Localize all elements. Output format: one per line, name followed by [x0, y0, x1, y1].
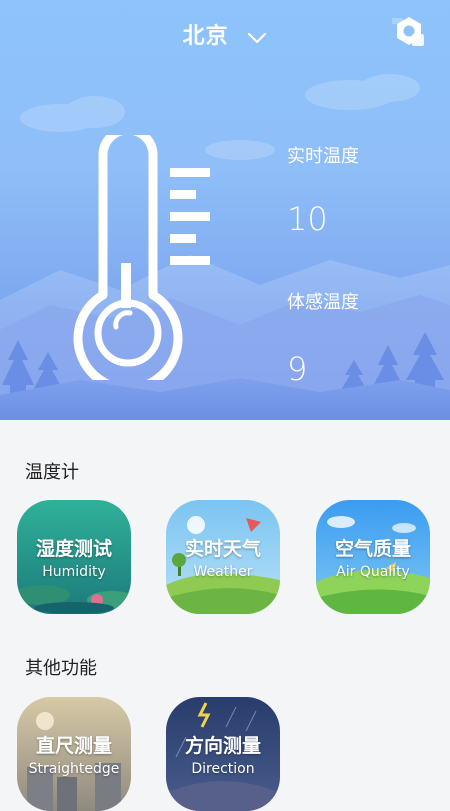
- tile-title: 实时天气: [184, 538, 261, 560]
- air-quality-tile[interactable]: 空气质量 Air Quality: [316, 500, 430, 614]
- tile-subtitle: Direction: [191, 761, 255, 777]
- mountain-background: [0, 74, 450, 420]
- section-title-other-features: 其他功能: [25, 658, 97, 679]
- city-selector[interactable]: 北京: [0, 18, 450, 50]
- straightedge-tile[interactable]: 直尺测量 Straightedge: [17, 697, 131, 811]
- tile-subtitle: Straightedge: [28, 761, 120, 777]
- realtime-temp-value: 10: [287, 200, 328, 238]
- tile-subtitle: Weather: [193, 564, 253, 580]
- thermometer-icon: [73, 135, 210, 380]
- direction-tile[interactable]: 方向测量 Direction: [166, 697, 280, 811]
- humidity-tile[interactable]: 湿度测试 Humidity: [17, 500, 131, 614]
- chevron-down-icon: [247, 25, 267, 50]
- tile-title: 空气质量: [334, 538, 411, 560]
- tile-title: 方向测量: [184, 735, 261, 757]
- city-name: 北京: [182, 24, 229, 49]
- realtime-temp-label: 实时温度: [287, 146, 359, 167]
- feels-like-value: 9: [287, 350, 308, 388]
- tile-subtitle: Air Quality: [336, 564, 410, 580]
- tile-title: 直尺测量: [35, 735, 112, 757]
- settings-hexagon-icon[interactable]: [384, 14, 426, 48]
- tile-title: 湿度测试: [35, 538, 112, 560]
- weather-tile[interactable]: 实时天气 Weather: [166, 500, 280, 614]
- tile-subtitle: Humidity: [42, 564, 106, 580]
- section-title-thermometer: 温度计: [25, 462, 79, 483]
- feels-like-label: 体感温度: [287, 292, 359, 313]
- hero-banner: 北京 实时温度 10 体感温度 9: [0, 0, 450, 420]
